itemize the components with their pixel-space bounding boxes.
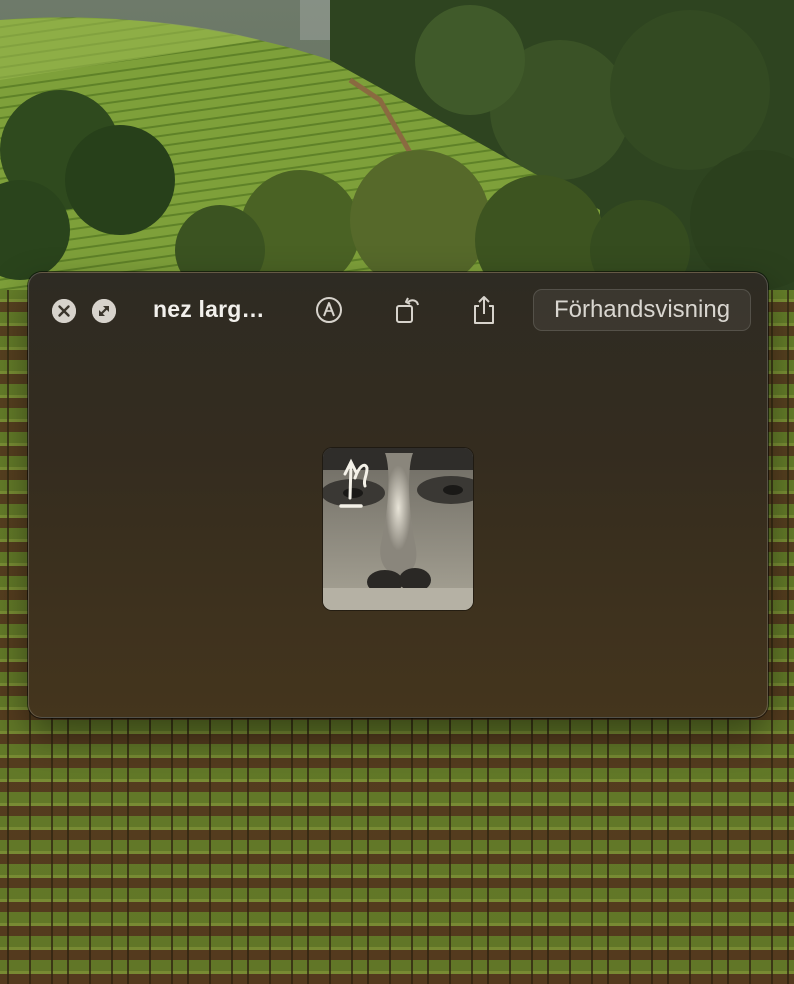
open-with-preview-button[interactable]: Förhandsvisning (533, 289, 751, 331)
desktop-wallpaper: nez larg… Förhandsvisning (0, 0, 794, 984)
quicklook-toolbar: nez larg… Förhandsvisning (29, 273, 767, 347)
face-photo-thumbnail (323, 448, 473, 610)
rotate-icon (396, 297, 419, 323)
markup-button[interactable] (312, 293, 346, 327)
quicklook-window: nez larg… Förhandsvisning (28, 272, 768, 718)
share-button[interactable] (467, 293, 501, 327)
fullscreen-icon (92, 299, 116, 323)
markup-icon (316, 297, 342, 323)
share-icon (474, 296, 494, 324)
rotate-button[interactable] (391, 293, 425, 327)
fullscreen-button[interactable] (92, 299, 116, 323)
close-button[interactable] (52, 299, 76, 323)
close-icon (52, 299, 76, 323)
preview-image (323, 448, 473, 610)
window-title: nez larg… (153, 296, 265, 322)
